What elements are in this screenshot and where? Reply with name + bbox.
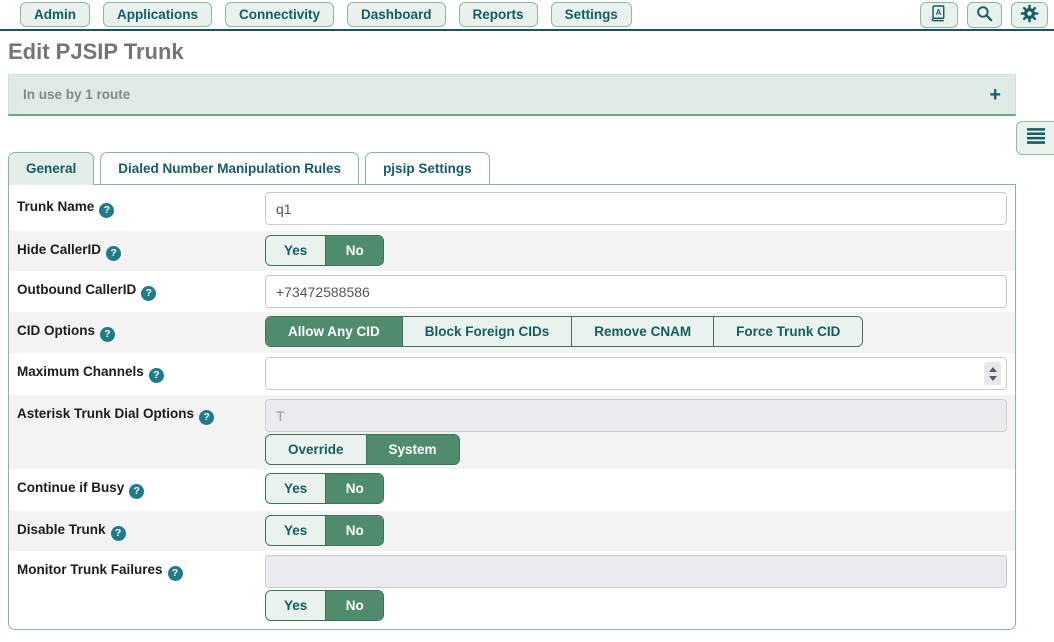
continue-if-busy-no-button[interactable]: No	[325, 474, 383, 503]
help-icon[interactable]: ?	[149, 368, 164, 383]
row-continue-if-busy: Continue if Busy? Yes No	[9, 469, 1015, 511]
cid-options-label: CID Options?	[9, 312, 265, 350]
disable-trunk-label: Disable Trunk?	[9, 511, 265, 549]
trunk-name-label: Trunk Name?	[9, 188, 265, 226]
continue-if-busy-toggle: Yes No	[265, 473, 384, 504]
tab-pjsip-settings[interactable]: pjsip Settings	[365, 152, 490, 184]
nav-reports[interactable]: Reports	[459, 2, 538, 27]
top-nav: Admin Applications Connectivity Dashboar…	[0, 0, 1054, 31]
nav-admin[interactable]: Admin	[20, 2, 90, 27]
help-icon[interactable]: ?	[168, 566, 183, 581]
search-button[interactable]	[967, 2, 1002, 28]
monitor-trunk-failures-yes-button[interactable]: Yes	[266, 591, 325, 620]
help-icon[interactable]: ?	[129, 484, 144, 499]
nav-applications[interactable]: Applications	[103, 2, 212, 27]
row-outbound-callerid: Outbound CallerID?	[9, 271, 1015, 312]
continue-if-busy-yes-button[interactable]: Yes	[266, 474, 325, 503]
nav-connectivity[interactable]: Connectivity	[225, 2, 334, 27]
outbound-callerid-input[interactable]	[265, 275, 1007, 308]
cid-block-foreign-cids-button[interactable]: Block Foreign CIDs	[402, 317, 572, 346]
trunk-tabs: General Dialed Number Manipulation Rules…	[8, 152, 1016, 184]
disable-trunk-yes-button[interactable]: Yes	[266, 516, 325, 545]
hide-callerid-no-button[interactable]: No	[325, 236, 383, 265]
freepbx-edit-trunk-screen: Admin Applications Connectivity Dashboar…	[0, 0, 1054, 642]
monitor-trunk-failures-label: Monitor Trunk Failures?	[9, 551, 265, 589]
cid-force-trunk-cid-button[interactable]: Force Trunk CID	[713, 317, 862, 346]
maximum-channels-input[interactable]	[265, 357, 1007, 390]
disable-trunk-toggle: Yes No	[265, 515, 384, 546]
row-cid-options: CID Options? Allow Any CID Block Foreign…	[9, 312, 1015, 353]
outbound-callerid-label: Outbound CallerID?	[9, 271, 265, 309]
continue-if-busy-label: Continue if Busy?	[9, 469, 265, 507]
page-title: Edit PJSIP Trunk	[8, 39, 1054, 65]
nav-settings[interactable]: Settings	[551, 2, 632, 27]
row-disable-trunk: Disable Trunk? Yes No	[9, 511, 1015, 551]
gear-icon	[1019, 3, 1040, 27]
dial-options-system-button[interactable]: System	[366, 435, 459, 464]
row-trunk-name: Trunk Name?	[9, 185, 1015, 231]
search-icon	[975, 4, 994, 26]
number-spinner[interactable]	[984, 362, 1001, 385]
help-icon[interactable]: ?	[99, 203, 114, 218]
monitor-trunk-failures-input[interactable]	[265, 555, 1007, 588]
actions-flyout-button[interactable]	[1016, 121, 1054, 155]
tab-general[interactable]: General	[8, 152, 94, 185]
usage-notice-bar[interactable]: In use by 1 route +	[8, 74, 1016, 116]
help-icon[interactable]: ?	[141, 286, 156, 301]
general-tab-panel: Trunk Name? Hide CallerID? Yes No Outbou…	[8, 184, 1016, 630]
monitor-trunk-failures-toggle: Yes No	[265, 590, 384, 621]
language-button[interactable]: A	[920, 2, 958, 28]
dial-options-toggle: Override System	[265, 434, 460, 465]
dial-options-label: Asterisk Trunk Dial Options?	[9, 395, 265, 433]
settings-button[interactable]	[1011, 2, 1048, 28]
cid-remove-cnam-button[interactable]: Remove CNAM	[571, 317, 713, 346]
spinner-up-icon[interactable]	[989, 367, 997, 372]
hide-callerid-yes-button[interactable]: Yes	[266, 236, 325, 265]
row-maximum-channels: Maximum Channels?	[9, 353, 1015, 395]
nav-toolbar: A	[920, 2, 1048, 28]
list-menu-icon	[1026, 127, 1046, 150]
language-book-icon: A	[928, 4, 950, 26]
usage-notice-text: In use by 1 route	[23, 87, 130, 102]
monitor-trunk-failures-no-button[interactable]: No	[325, 591, 383, 620]
row-dial-options: Asterisk Trunk Dial Options? Override Sy…	[9, 395, 1015, 469]
trunk-name-input[interactable]	[265, 192, 1007, 225]
hide-callerid-label: Hide CallerID?	[9, 231, 265, 269]
help-icon[interactable]: ?	[111, 526, 126, 541]
help-icon[interactable]: ?	[106, 246, 121, 261]
help-icon[interactable]: ?	[199, 410, 214, 425]
cid-allow-any-cid-button[interactable]: Allow Any CID	[266, 317, 402, 346]
cid-options-group: Allow Any CID Block Foreign CIDs Remove …	[265, 316, 863, 347]
svg-text:A: A	[936, 7, 942, 16]
tab-dialed-number-manipulation-rules[interactable]: Dialed Number Manipulation Rules	[100, 152, 359, 184]
row-monitor-trunk-failures: Monitor Trunk Failures? Yes No	[9, 551, 1015, 629]
nav-dashboard[interactable]: Dashboard	[347, 2, 446, 27]
spinner-down-icon[interactable]	[989, 376, 997, 381]
hide-callerid-toggle: Yes No	[265, 235, 384, 266]
maximum-channels-label: Maximum Channels?	[9, 353, 265, 391]
help-icon[interactable]: ?	[100, 327, 115, 342]
disable-trunk-no-button[interactable]: No	[325, 516, 383, 545]
expand-plus-icon: +	[989, 85, 1001, 105]
dial-options-override-button[interactable]: Override	[266, 435, 366, 464]
dial-options-input[interactable]	[265, 399, 1007, 432]
row-hide-callerid: Hide CallerID? Yes No	[9, 231, 1015, 271]
